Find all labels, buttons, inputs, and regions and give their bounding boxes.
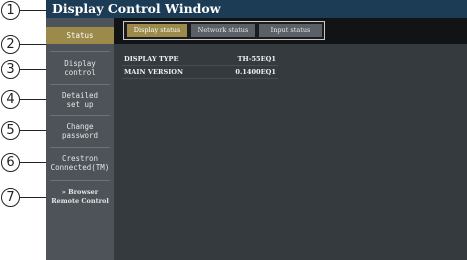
callout-4: 4 (1, 90, 20, 109)
main-version-label: MAIN VERSION (124, 68, 184, 76)
sidebar-item-change-password[interactable]: Change password (46, 117, 114, 144)
leader-line-4 (20, 99, 46, 100)
leader-line-7 (20, 197, 46, 198)
window-title: Display Control Window (46, 0, 467, 18)
annotation-column: 1 2 3 4 5 6 7 (0, 0, 117, 260)
sidebar-item-label: Change (66, 121, 94, 131)
sidebar-item-label: Remote Control (51, 197, 109, 205)
main-version-value: 0.1400EQ1 (235, 68, 276, 76)
sidebar-item-display-control[interactable]: Display control (46, 54, 114, 82)
callout-5: 5 (1, 121, 20, 140)
sidebar-item-detailed-setup[interactable]: Detailed set up (46, 86, 114, 113)
sidebar-item-label: set up (66, 99, 94, 109)
sidebar-divider (50, 147, 110, 148)
sidebar-divider (50, 84, 110, 85)
sidebar-item-label: password (61, 130, 99, 140)
sidebar-item-status[interactable]: Status (46, 27, 114, 44)
info-row-main-version: MAIN VERSION 0.1400EQ1 (122, 66, 278, 79)
leader-line-6 (20, 162, 46, 163)
tab-input-status[interactable]: Input status (259, 24, 322, 37)
callout-7: 7 (1, 188, 20, 207)
leader-line-3 (20, 69, 46, 70)
info-row-display-type: DISPLAY TYPE TH-55EQ1 (122, 53, 278, 66)
sidebar-item-label: Status (66, 31, 94, 40)
callout-1: 1 (1, 1, 20, 20)
display-type-value: TH-55EQ1 (237, 55, 276, 63)
sidebar-divider (50, 115, 110, 116)
sidebar-item-label: » Browser (61, 188, 99, 196)
sidebar-item-label: Detailed (61, 90, 99, 100)
sidebar-item-label: Crestron (61, 154, 99, 163)
sidebar-item-label: Connected(TM) (50, 163, 110, 172)
tab-display-status[interactable]: Display status (127, 24, 187, 37)
display-type-label: DISPLAY TYPE (124, 55, 179, 63)
sidebar-item-browser-remote-control[interactable]: » Browser Remote Control (46, 183, 114, 211)
sidebar-item-crestron-connected[interactable]: Crestron Connected(TM) (46, 149, 114, 177)
callout-6: 6 (1, 153, 20, 172)
leader-line-2 (20, 44, 46, 45)
sidebar-divider (50, 51, 110, 52)
callout-3: 3 (1, 60, 20, 79)
leader-line-5 (20, 130, 46, 131)
sidebar-item-label: Display (64, 59, 96, 68)
status-tab-group: Display status Network status Input stat… (123, 21, 325, 40)
callout-2: 2 (1, 35, 20, 54)
sidebar: Status Display control Detailed set up C… (46, 18, 114, 260)
display-control-window: Display Control Window Status Display co… (46, 0, 467, 260)
sidebar-item-label: control (64, 68, 96, 77)
sidebar-divider (50, 180, 110, 181)
tab-network-status[interactable]: Network status (191, 24, 255, 37)
